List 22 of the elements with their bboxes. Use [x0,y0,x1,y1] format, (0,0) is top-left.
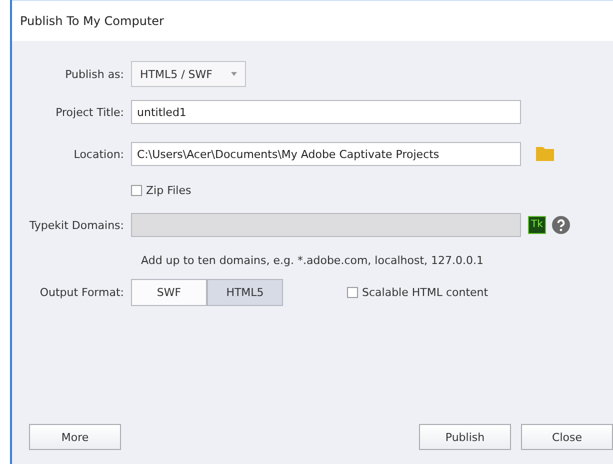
format-option[interactable]: HTML5 [207,278,283,306]
field-label: Project Title: [56,106,124,118]
dialog-button[interactable]: Publish [419,424,511,450]
checkbox-label: Zip Files [146,184,192,196]
folder-icon[interactable] [536,147,554,161]
hint-text: Add up to ten domains, e.g. *.adobe.com, localhost, 127.0.0.1 [140,252,485,268]
field-label: Output Format: [40,286,124,298]
help-icon[interactable] [552,216,570,234]
input-field[interactable]: untitled1 [131,100,521,124]
publish-dropdown[interactable]: HTML5 / SWF [131,61,246,87]
field-label: Typekit Domains: [29,218,124,232]
dialog-button[interactable]: More [29,424,121,450]
input-field[interactable]: C:\Users\Acer\Documents\My Adobe Captivate Projects [131,142,521,166]
caret-icon [230,72,236,76]
checkbox[interactable] [347,286,358,298]
checkbox[interactable] [131,184,142,196]
field-label: Location: [74,148,124,160]
window-title: Publish To My Computer [12,0,613,41]
dialog-button[interactable]: Close [521,424,613,450]
checkbox-label: Scalable HTML content [362,286,488,298]
format-option[interactable]: SWF [131,278,207,306]
field-label: Publish as: [65,68,124,80]
